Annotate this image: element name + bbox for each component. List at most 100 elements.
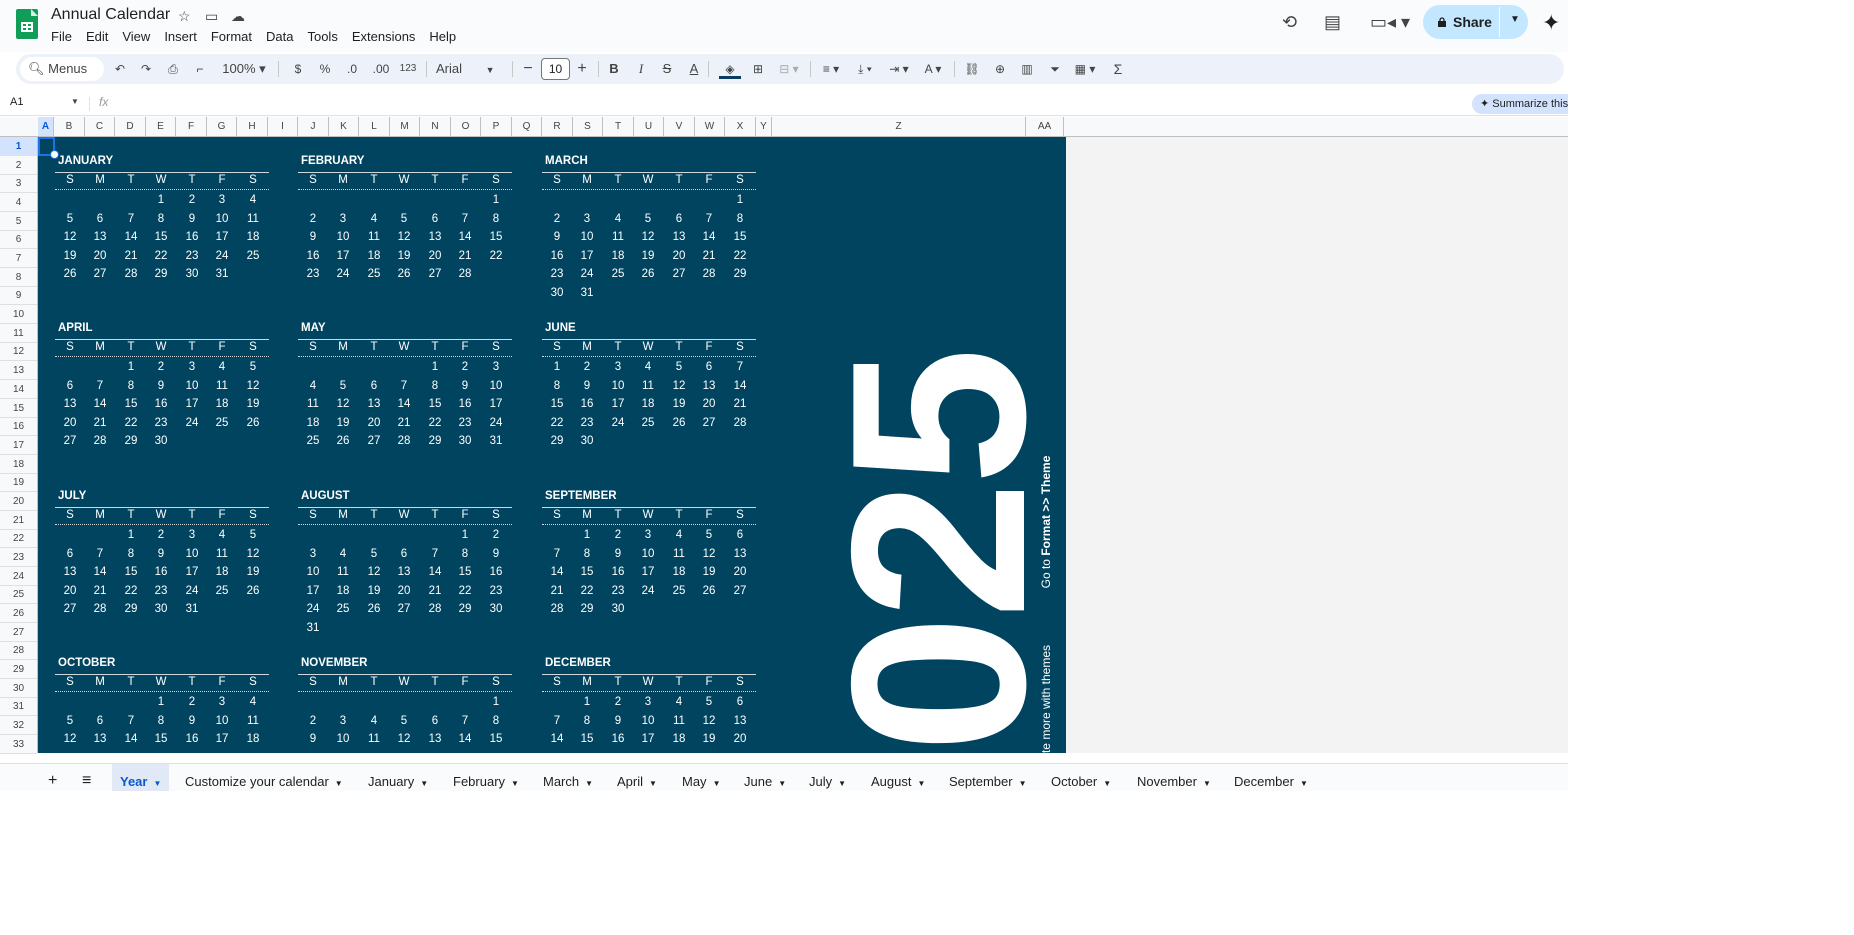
day-cell[interactable]: 8 xyxy=(547,380,567,392)
day-cell[interactable]: 19 xyxy=(638,250,658,262)
day-cell[interactable]: 6 xyxy=(394,548,414,560)
chevron-down-icon[interactable]: ▼ xyxy=(1103,779,1111,788)
day-cell[interactable]: 29 xyxy=(730,268,750,280)
menu-data[interactable]: Data xyxy=(266,27,300,46)
day-cell[interactable]: 11 xyxy=(364,733,384,745)
day-cell[interactable]: 25 xyxy=(608,268,628,280)
day-cell[interactable]: 5 xyxy=(333,380,353,392)
day-cell[interactable]: 4 xyxy=(333,548,353,560)
row-header-20[interactable]: 20 xyxy=(0,492,37,511)
menu-help[interactable]: Help xyxy=(429,27,463,46)
day-cell[interactable]: 18 xyxy=(212,398,232,410)
day-cell[interactable]: 24 xyxy=(608,417,628,429)
day-cell[interactable]: 24 xyxy=(182,417,202,429)
column-header-q[interactable]: Q xyxy=(512,117,542,136)
menu-tools[interactable]: Tools xyxy=(307,27,344,46)
day-cell[interactable]: 3 xyxy=(577,213,597,225)
row-header-31[interactable]: 31 xyxy=(0,697,37,717)
row-header-22[interactable]: 22 xyxy=(0,529,37,549)
day-cell[interactable]: 17 xyxy=(333,250,353,262)
day-cell[interactable]: 2 xyxy=(151,361,171,373)
day-cell[interactable]: 4 xyxy=(212,361,232,373)
day-cell[interactable]: 15 xyxy=(151,231,171,243)
day-cell[interactable]: 31 xyxy=(577,287,597,299)
day-cell[interactable]: 2 xyxy=(303,715,323,727)
column-header-aa[interactable]: AA xyxy=(1026,117,1064,136)
day-cell[interactable]: 11 xyxy=(212,548,232,560)
day-cell[interactable]: 6 xyxy=(60,548,80,560)
day-cell[interactable]: 4 xyxy=(364,213,384,225)
day-cell[interactable]: 31 xyxy=(212,268,232,280)
day-cell[interactable]: 10 xyxy=(333,733,353,745)
undo-icon[interactable]: ↶ xyxy=(112,54,128,84)
day-cell[interactable]: 3 xyxy=(303,548,323,560)
day-cell[interactable]: 24 xyxy=(182,585,202,597)
day-cell[interactable]: 14 xyxy=(394,398,414,410)
day-cell[interactable]: 11 xyxy=(243,213,263,225)
text-color-icon[interactable]: A xyxy=(687,54,701,84)
row-header-32[interactable]: 32 xyxy=(0,716,37,736)
day-cell[interactable]: 28 xyxy=(455,268,475,280)
day-cell[interactable]: 31 xyxy=(303,622,323,634)
day-cell[interactable]: 12 xyxy=(638,231,658,243)
day-cell[interactable]: 27 xyxy=(669,268,689,280)
day-cell[interactable]: 17 xyxy=(638,566,658,578)
day-cell[interactable]: 3 xyxy=(182,361,202,373)
day-cell[interactable]: 13 xyxy=(425,231,445,243)
row-header-24[interactable]: 24 xyxy=(0,567,37,586)
day-cell[interactable]: 14 xyxy=(547,733,567,745)
row-header-12[interactable]: 12 xyxy=(0,342,37,362)
day-cell[interactable]: 5 xyxy=(699,696,719,708)
day-cell[interactable]: 24 xyxy=(303,603,323,615)
day-cell[interactable]: 22 xyxy=(486,250,506,262)
day-cell[interactable]: 29 xyxy=(151,268,171,280)
chevron-down-icon[interactable]: ▼ xyxy=(335,779,343,788)
day-cell[interactable]: 28 xyxy=(699,268,719,280)
day-cell[interactable]: 8 xyxy=(577,715,597,727)
row-header-18[interactable]: 18 xyxy=(0,455,37,474)
day-cell[interactable]: 25 xyxy=(364,268,384,280)
day-cell[interactable]: 19 xyxy=(60,250,80,262)
day-cell[interactable]: 13 xyxy=(90,231,110,243)
day-cell[interactable]: 8 xyxy=(486,213,506,225)
day-cell[interactable]: 27 xyxy=(60,603,80,615)
day-cell[interactable]: 8 xyxy=(486,715,506,727)
row-header-1[interactable]: 1 xyxy=(0,137,37,156)
day-cell[interactable]: 19 xyxy=(699,733,719,745)
day-cell[interactable]: 7 xyxy=(121,715,141,727)
day-cell[interactable]: 3 xyxy=(212,194,232,206)
day-cell[interactable]: 20 xyxy=(60,417,80,429)
column-header-f[interactable]: F xyxy=(176,117,207,136)
day-cell[interactable]: 27 xyxy=(364,435,384,447)
font-size-input[interactable]: 10 xyxy=(541,58,570,80)
column-header-x[interactable]: X xyxy=(725,117,756,136)
italic-icon[interactable]: I xyxy=(634,54,648,84)
day-cell[interactable]: 28 xyxy=(425,603,445,615)
day-cell[interactable]: 5 xyxy=(243,529,263,541)
day-cell[interactable]: 21 xyxy=(90,585,110,597)
day-cell[interactable]: 26 xyxy=(364,603,384,615)
day-cell[interactable]: 16 xyxy=(303,250,323,262)
day-cell[interactable]: 13 xyxy=(699,380,719,392)
day-cell[interactable]: 24 xyxy=(577,268,597,280)
column-header-c[interactable]: C xyxy=(85,117,115,136)
selection-handle[interactable] xyxy=(50,150,59,159)
increase-decimal-button[interactable]: .00 xyxy=(370,54,392,84)
menu-edit[interactable]: Edit xyxy=(86,27,115,46)
day-cell[interactable]: 4 xyxy=(303,380,323,392)
day-cell[interactable]: 3 xyxy=(212,696,232,708)
day-cell[interactable]: 1 xyxy=(577,529,597,541)
column-header-w[interactable]: W xyxy=(695,117,725,136)
day-cell[interactable]: 8 xyxy=(577,548,597,560)
day-cell[interactable]: 1 xyxy=(425,361,445,373)
day-cell[interactable]: 23 xyxy=(547,268,567,280)
zoom-select[interactable]: 100% ▾ xyxy=(218,54,270,84)
day-cell[interactable]: 9 xyxy=(303,733,323,745)
day-cell[interactable]: 9 xyxy=(547,231,567,243)
day-cell[interactable]: 13 xyxy=(669,231,689,243)
day-cell[interactable]: 13 xyxy=(60,398,80,410)
version-history-icon[interactable]: ⟲ xyxy=(1282,12,1297,33)
day-cell[interactable]: 1 xyxy=(121,529,141,541)
row-header-15[interactable]: 15 xyxy=(0,399,37,418)
day-cell[interactable]: 22 xyxy=(121,417,141,429)
